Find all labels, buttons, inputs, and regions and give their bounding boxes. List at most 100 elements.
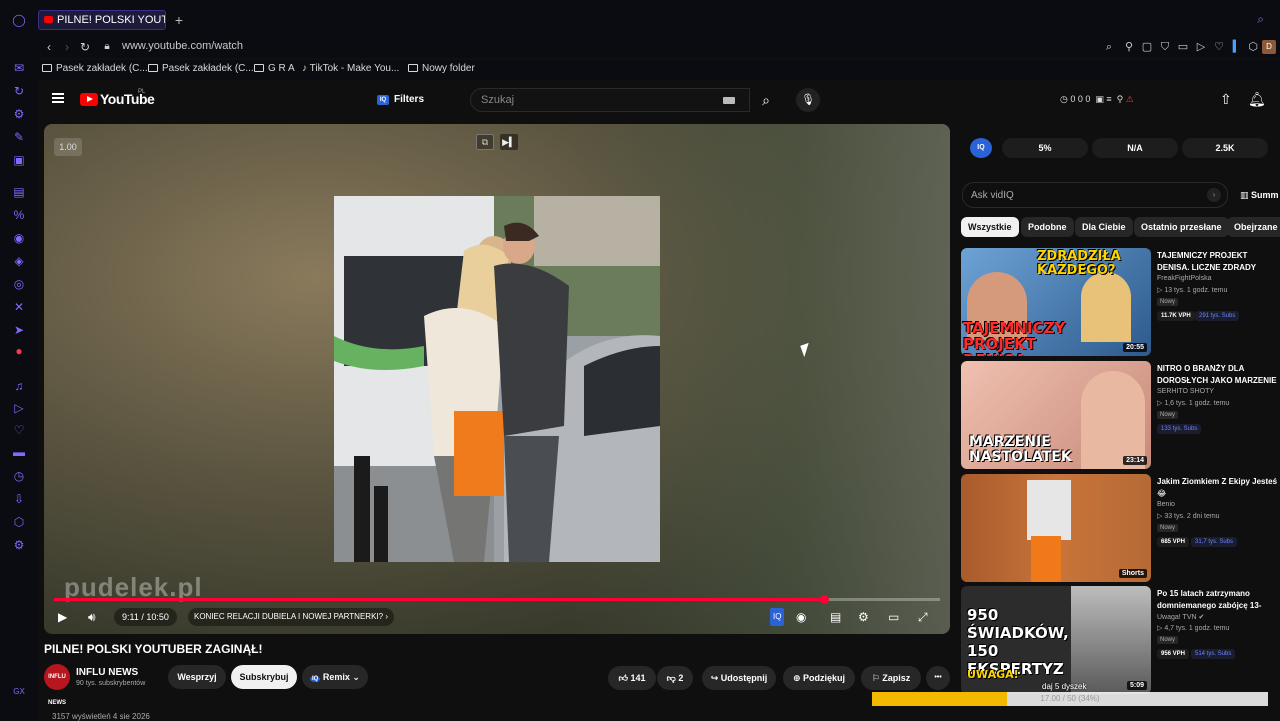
recommendation-channel[interactable]: FreakFightPolska [1157,275,1211,282]
discord-icon[interactable]: ◈ [11,253,27,269]
chip-for-you[interactable]: Dla Ciebie [1075,217,1133,237]
channel-name[interactable]: INFLU NEWS [76,667,138,678]
vidiq-logo-icon[interactable]: IQ [970,138,992,158]
vidiq-stat-pill[interactable]: 5% [1002,138,1088,158]
back-button[interactable]: ‹ [42,39,56,55]
pin-icon[interactable]: ⚲ [1122,40,1136,54]
favorite-icon[interactable]: ♡ [1212,40,1226,54]
volume-icon[interactable]: 🔊︎ [88,608,96,626]
remix-button[interactable]: IQ Remix ⌄ [302,665,368,689]
subscribe-button[interactable]: Subskrybuj [231,665,297,689]
vidiq-player-icon[interactable]: IQ [770,608,785,626]
new-tab-button[interactable]: + [172,10,186,30]
more-actions-button[interactable]: ••• [926,666,950,690]
channel-avatar[interactable]: INFLU NEWS [44,664,70,706]
wallet-icon[interactable]: ▭ [1176,40,1190,54]
progress-bar[interactable] [54,595,940,604]
telegram-icon[interactable]: ➤ [11,322,27,338]
subtitles-icon[interactable]: ▤ [830,608,841,626]
profile-icon[interactable]: D [1262,40,1276,54]
miniplayer-button[interactable]: ⧉ [476,134,494,150]
wallet-icon[interactable]: ▬ [11,444,27,460]
recommendation-thumbnail[interactable]: Shorts [961,474,1151,582]
playback-speed[interactable]: 1.00 [54,138,82,156]
record-icon[interactable]: ● [11,343,27,359]
keyboard-icon[interactable] [723,97,735,104]
download-icon[interactable]: ⇩ [11,491,27,507]
recommendation-thumbnail[interactable]: MARZENIE NASTOLATEK 23:14 [961,361,1151,469]
search-box[interactable]: Szukaj [470,88,750,112]
recommendation-title[interactable]: Po 15 latach zatrzymano domniemanego zab… [1157,588,1280,612]
recommendation-item[interactable]: MARZENIE NASTOLATEK 23:14 NITRO O BRANŻY… [961,361,1280,469]
chip-recently-uploaded[interactable]: Ostatnio przesłane [1134,217,1229,237]
recommendation-thumbnail[interactable]: ZDRADZIŁA KAŻDEGO? TAJEMNICZY PROJEKT DE… [961,248,1151,356]
forward-button[interactable]: › [60,39,74,55]
vidiq-stat-pill[interactable]: N/A [1092,138,1178,158]
upload-icon[interactable]: ⇧ [1220,91,1232,108]
twitch-icon[interactable]: ▤ [11,184,27,200]
vidiq-stat-pill[interactable]: 2.5K [1182,138,1268,158]
filters-button[interactable]: IQ Filters [374,91,430,109]
skip-button[interactable]: ▶▍ [500,134,518,150]
gx-icon[interactable]: GX [11,684,27,700]
chapter-button[interactable]: KONIEC RELACJI DUBIELA I NOWEJ PARTNERKI… [188,608,394,626]
youtube-logo-icon[interactable] [80,93,98,106]
recommendation-title[interactable]: NITRO O BRANŻY DLA DOROSŁYCH JAKO MARZEN… [1157,363,1280,387]
recommendation-channel[interactable]: SERHITO SHOTY [1157,388,1214,395]
recommendation-item[interactable]: ZDRADZIŁA KAŻDEGO? TAJEMNICZY PROJEKT DE… [961,248,1280,356]
media-play-icon[interactable]: ▷ [1194,40,1208,54]
search-input[interactable]: Szukaj [481,94,514,106]
autoplay-toggle[interactable]: ◉ [796,608,806,626]
active-tab[interactable]: PILNE! POLSKI YOUTUBER [38,10,166,30]
music-icon[interactable]: ♫ [11,378,27,394]
recommendation-channel[interactable]: Benio [1157,501,1175,508]
notifications-icon[interactable]: 🔔︎ [1248,91,1266,108]
edit-icon[interactable]: ✎ [11,129,27,145]
fullscreen-icon[interactable]: ⤢ [918,608,928,626]
chip-all[interactable]: Wszystkie [961,217,1019,237]
puzzle-icon[interactable]: ⬡ [1246,40,1260,54]
instagram-icon[interactable]: ◎ [11,276,27,292]
settings-icon[interactable]: ⚙ [858,608,869,626]
reload-button[interactable]: ↻ [78,39,92,55]
search-button[interactable]: ⌕ [750,88,782,112]
chip-watched[interactable]: Obejrzane [1227,217,1280,237]
settings-icon[interactable]: ⚙ [11,537,27,553]
theater-mode-icon[interactable]: ▭ [888,608,899,626]
zoom-icon[interactable]: ⌕ [1102,40,1116,54]
percent-icon[interactable]: % [11,207,27,223]
video-player[interactable]: 1.00 ⧉ ▶▍ pudelek.pl ▶ 🔊︎ 9:11 / 10:50 K… [44,124,950,634]
bookmark-folder[interactable]: Nowy folder [408,63,475,74]
bookmark-tiktok[interactable]: ♪ TikTok - Make You... [302,63,399,74]
play-icon[interactable]: ▷ [11,400,27,416]
ask-vidiq-input[interactable]: Ask vidIQ [971,190,1014,201]
mail-icon[interactable]: ✉ [11,60,27,76]
send-icon[interactable]: › [1207,188,1221,202]
extensions-icon[interactable]: ⬡ [11,514,27,530]
recommendation-item[interactable]: Shorts Jakim Ziomkiem Z Ekipy Jesteś 😂 B… [961,474,1280,582]
save-button[interactable]: ⚐ Zapisz [861,666,921,690]
bookmark-folder[interactable]: G R A [254,63,295,74]
recommendation-thumbnail[interactable]: 950 ŚWIADKÓW, 150 EKSPERTYZ UWAGA! 5:09 [961,586,1151,694]
share-button[interactable]: ↪ Udostępnij [702,666,776,690]
play-button[interactable]: ▶ [58,608,67,626]
extension-blue-icon[interactable]: ▍ [1230,40,1244,54]
menu-icon[interactable] [52,93,64,103]
heart-icon[interactable]: ♡ [11,422,27,438]
history-icon[interactable]: ◷ [11,468,27,484]
like-button[interactable]: 👍︎ 141 [608,666,656,690]
shield-icon[interactable]: ⛉ [1158,40,1172,54]
recommendation-title[interactable]: Jakim Ziomkiem Z Ekipy Jesteś 😂 [1157,476,1280,500]
youtube-logo-text[interactable]: YouTube [100,91,155,107]
robot-icon[interactable]: ⚙ [11,106,27,122]
support-button[interactable]: Wesprzyj [168,665,226,689]
ask-vidiq-box[interactable]: Ask vidIQ › [962,182,1228,208]
bookmark-folder[interactable]: Pasek zakładek (C... [42,63,148,74]
summary-button[interactable]: ▥ Summ [1240,190,1279,201]
microphone-icon[interactable]: 🎙︎ [796,88,820,112]
chip-similar[interactable]: Podobne [1021,217,1074,237]
x-icon[interactable]: ✕ [11,299,27,315]
url-field[interactable]: www.youtube.com/watch [122,40,243,52]
vidiq-stats[interactable]: ◷ 0 0 0 ▣ ≡ ⚲ ⚠ [1060,94,1134,105]
bookmark-folder[interactable]: Pasek zakładek (C... [148,63,254,74]
